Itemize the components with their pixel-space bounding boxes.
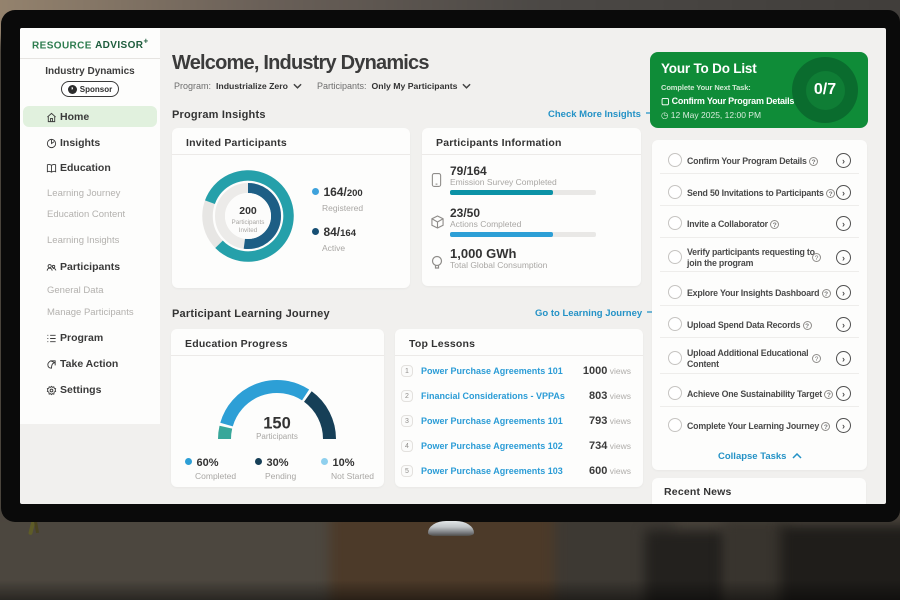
svg-text:Invited: Invited xyxy=(239,227,258,234)
svg-text:Participants: Participants xyxy=(232,219,265,226)
svg-text:150: 150 xyxy=(263,415,291,433)
svg-text:200: 200 xyxy=(239,205,257,217)
svg-text:Participants: Participants xyxy=(256,432,298,441)
